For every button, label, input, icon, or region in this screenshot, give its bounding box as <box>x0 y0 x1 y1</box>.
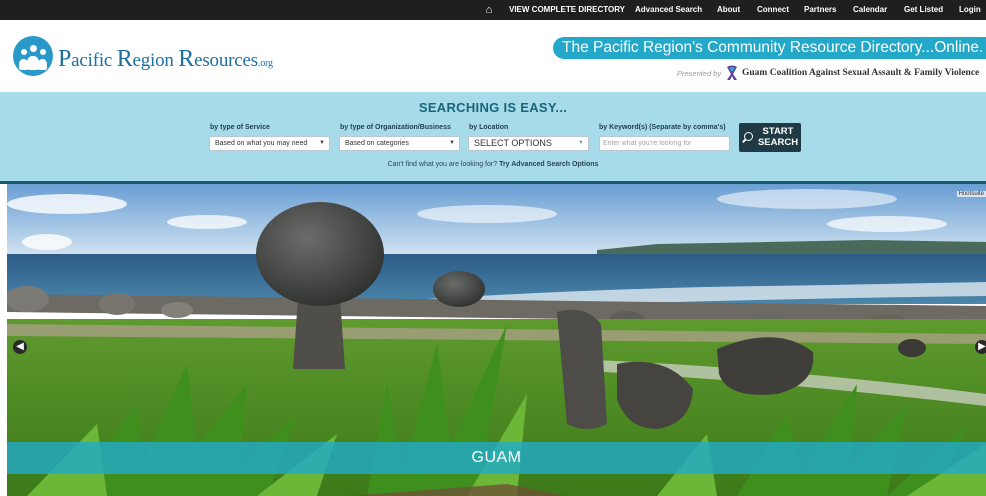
slide-caption: GUAM <box>471 449 522 466</box>
nav-login[interactable]: Login <box>959 0 981 20</box>
location-label: by Location <box>469 124 509 131</box>
home-icon[interactable]: ⌂ <box>483 4 495 16</box>
org-select-value: Based on categories <box>345 140 409 147</box>
hero-slider[interactable]: Hootsuite ◀ ▶ GUAM <box>7 184 986 496</box>
logo-people-icon[interactable] <box>13 36 53 76</box>
chevron-down-icon: ▼ <box>449 140 455 146</box>
start-search-button[interactable]: START SEARCH <box>739 123 801 152</box>
cant-find-text: Can't find what you are looking for? Try… <box>0 161 986 168</box>
site-header: Pacific Region Resources.org The Pacific… <box>0 20 986 92</box>
nav-calendar[interactable]: Calendar <box>853 0 887 20</box>
slide-caption-bar: GUAM <box>7 442 986 474</box>
start-search-label: SEARCH <box>757 137 799 148</box>
cant-find-question: Can't find what you are looking for? <box>387 161 498 168</box>
nav-connect[interactable]: Connect <box>757 0 789 20</box>
keyword-input[interactable] <box>599 136 730 151</box>
keyword-label: by Keyword(s) (Separate by comma's) <box>599 124 726 131</box>
logo-wordmark[interactable]: Pacific Region Resources.org <box>58 46 273 73</box>
nav-partners[interactable]: Partners <box>804 0 836 20</box>
org-select[interactable]: Based on categories ▼ <box>339 136 460 151</box>
org-label: by type of Organization/Business <box>340 124 451 131</box>
nav-advanced-search[interactable]: Advanced Search <box>635 0 702 20</box>
service-label: by type of Service <box>210 124 270 131</box>
nav-view-directory[interactable]: VIEW COMPLETE DIRECTORY <box>509 0 625 20</box>
presented-by-label: Presented by <box>677 69 722 78</box>
prev-slide-button[interactable]: ◀ <box>13 340 27 354</box>
location-select-value: SELECT OPTIONS <box>474 138 552 148</box>
top-nav: ⌂ VIEW COMPLETE DIRECTORY Advanced Searc… <box>0 0 986 20</box>
search-title: SEARCHING IS EASY... <box>418 100 568 115</box>
chevron-down-icon: ▼ <box>319 140 325 146</box>
start-search-label: START <box>762 126 794 137</box>
ribbon-icon <box>727 65 737 80</box>
location-select[interactable]: SELECT OPTIONS ▼ <box>468 136 589 151</box>
next-slide-button[interactable]: ▶ <box>975 340 986 354</box>
nav-get-listed[interactable]: Get Listed <box>904 0 943 20</box>
partner-name[interactable]: Guam Coalition Against Sexual Assault & … <box>742 68 979 78</box>
service-select[interactable]: Based on what you may need ▼ <box>209 136 330 151</box>
nav-about[interactable]: About <box>717 0 740 20</box>
advanced-search-link[interactable]: Try Advanced Search Options <box>499 161 598 168</box>
service-select-value: Based on what you may need <box>215 140 308 147</box>
tagline-banner: The Pacific Region's Community Resource … <box>553 37 986 59</box>
search-panel: SEARCHING IS EASY... by type of Service … <box>0 92 986 183</box>
chevron-down-icon: ▼ <box>578 140 584 146</box>
hootsuite-badge: Hootsuite <box>956 191 986 197</box>
